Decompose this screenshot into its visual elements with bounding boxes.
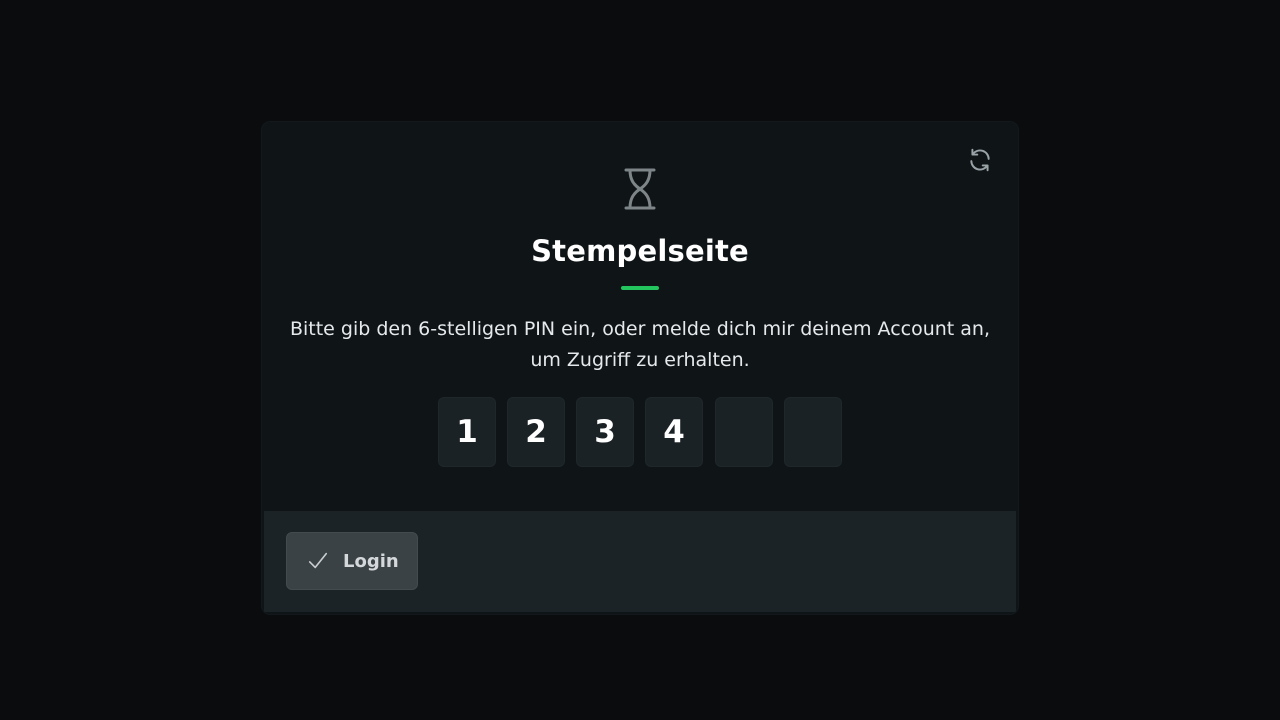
page-title: Stempelseite — [531, 234, 749, 268]
page: Stempelseite Bitte gib den 6-stelligen P… — [0, 0, 1280, 720]
pin-digit-4[interactable]: 4 — [645, 397, 703, 467]
pin-digit-3[interactable]: 3 — [576, 397, 634, 467]
card-body: Stempelseite Bitte gib den 6-stelligen P… — [262, 122, 1018, 510]
hourglass-icon — [624, 168, 656, 210]
instruction-text: Bitte gib den 6-stelligen PIN ein, oder … — [289, 318, 991, 371]
card-footer: Login — [264, 511, 1016, 612]
pin-input-group: 1 2 3 4 — [438, 397, 842, 467]
pin-digit-5[interactable] — [715, 397, 773, 467]
login-button[interactable]: Login — [286, 532, 418, 590]
login-card: Stempelseite Bitte gib den 6-stelligen P… — [262, 122, 1018, 614]
pin-digit-1[interactable]: 1 — [438, 397, 496, 467]
refresh-icon — [970, 148, 990, 172]
login-button-label: Login — [343, 550, 399, 572]
pin-digit-6[interactable] — [784, 397, 842, 467]
refresh-button[interactable] — [966, 146, 994, 174]
check-icon — [308, 552, 328, 569]
title-accent-bar — [621, 286, 659, 290]
pin-digit-2[interactable]: 2 — [507, 397, 565, 467]
